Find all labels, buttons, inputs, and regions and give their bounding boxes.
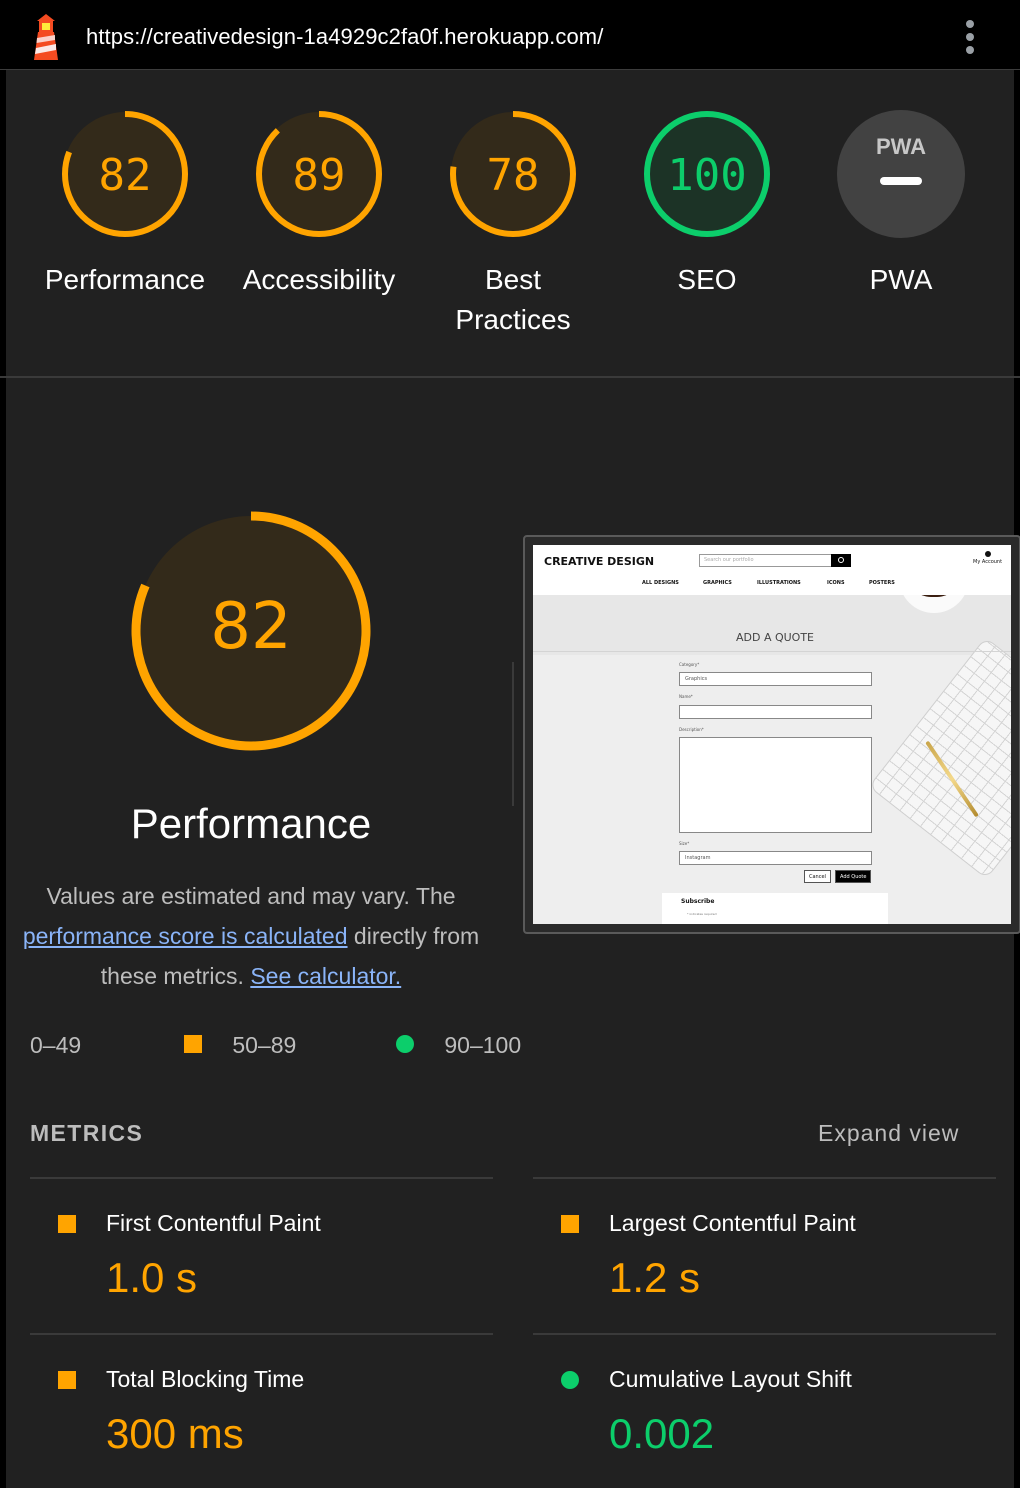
screenshot-search-icon [831,554,851,567]
best-practices-label-line1: Best [484,264,542,295]
screenshot-description-label: Description* [679,727,704,732]
top-bar: https://creativedesign-1a4929c2fa0f.hero… [0,0,1020,70]
screenshot-category-label: Category* [679,662,700,667]
metric-lcp-name: Largest Contentful Paint [609,1210,856,1236]
user-icon [984,551,991,557]
desc-text-2: directly from [353,923,480,949]
screenshot-category-field: Graphics [679,672,872,686]
legend-average: 50–89 [184,1032,296,1059]
final-screenshot[interactable]: CREATIVE DESIGN Search our portfolio My … [523,535,1020,934]
performance-score: 82 [99,150,152,201]
lighthouse-logo-icon [34,14,58,60]
gauge-seo[interactable]: 100 SEO [617,108,797,300]
metric-fcp-name: First Contentful Paint [106,1210,321,1236]
metric-divider [30,1177,493,1179]
section-divider [512,662,514,806]
best-practices-label: Best Practices [423,260,603,340]
expand-view-toggle[interactable]: Expand view [818,1120,959,1147]
seo-gauge-icon: 100 [644,111,770,237]
screenshot-heading: ADD A QUOTE [735,631,815,644]
screenshot-subscribe-note: * indicates required [687,912,717,916]
performance-big-score: 82 [210,590,291,664]
accessibility-label: Accessibility [242,264,396,295]
pwa-badge-icon: PWA [837,110,965,238]
screenshot-subscribe: Subscribe * indicates required [662,893,888,924]
screenshot-subscribe-title: Subscribe [681,898,715,905]
screenshot-page: CREATIVE DESIGN Search our portfolio My … [533,545,1011,924]
accessibility-score: 89 [293,150,346,201]
see-calculator-link[interactable]: See calculator. [250,963,401,989]
performance-label: Performance [44,264,206,295]
screenshot-nav-icons: ICONS [827,580,845,586]
screenshot-brand: CREATIVE DESIGN [544,555,655,568]
gauge-accessibility[interactable]: 89 Accessibility [229,108,409,300]
screenshot-name-field [679,705,872,719]
screenshot-account: My Account [973,551,1002,565]
performance-title: Performance [130,800,372,847]
screenshot-nav-all: ALL DESIGNS [642,580,679,586]
legend-fail: 0–49 [30,1032,81,1059]
more-options-icon[interactable] [962,20,978,54]
seo-label: SEO [677,264,737,295]
metric-cls-value: 0.002 [609,1410,715,1457]
best-practices-gauge-icon: 78 [450,111,576,237]
performance-gauge-icon: 82 [62,111,188,237]
score-calculated-link[interactable]: performance score is calculated [23,923,348,949]
screenshot-nav-posters: POSTERS [869,580,895,586]
desc-text-3: these metrics. [100,963,244,989]
metric-divider [533,1333,996,1335]
screenshot-account-label: My Account [973,559,1003,565]
performance-description: Values are estimated and may vary. The p… [0,876,502,996]
screenshot-size-label: Size* [679,841,690,846]
screenshot-search: Search our portfolio [699,554,832,567]
metric-divider [533,1177,996,1179]
accessibility-gauge-icon: 89 [256,111,382,237]
gauge-pwa[interactable]: PWA PWA [811,108,991,300]
performance-big-gauge: 82 [131,511,371,751]
best-practices-score: 78 [487,150,540,201]
metric-divider [30,1333,493,1335]
metric-fcp-value: 1.0 s [106,1254,198,1301]
screenshot-header: CREATIVE DESIGN Search our portfolio My … [533,545,1011,595]
metric-tbt-name: Total Blocking Time [106,1366,305,1392]
metric-tbt-value: 300 ms [106,1410,244,1457]
legend-pass-range: 90–100 [444,1032,522,1058]
average-square-icon [58,1371,76,1389]
metrics-heading: METRICS [30,1120,144,1146]
screenshot-size-field: Instagram [679,851,872,865]
screenshot-rule [533,651,1011,652]
pass-circle-icon [396,1035,414,1053]
page-url: https://creativedesign-1a4929c2fa0f.hero… [86,24,604,49]
pwa-label: PWA [869,264,933,295]
screenshot-nav-illustrations: ILLUSTRATIONS [757,580,801,586]
gauge-best-practices[interactable]: 78 Best Practices [423,108,603,340]
category-gauges: 82 Performance 89 Accessibility 78 Best … [0,70,1020,378]
screenshot-nav-graphics: GRAPHICS [703,580,732,586]
seo-score: 100 [667,150,746,201]
legend-pass: 90–100 [396,1032,521,1059]
metric-cls-name: Cumulative Layout Shift [609,1366,852,1392]
legend-average-range: 50–89 [232,1032,297,1058]
desc-text-1: Values are estimated and may vary. The [46,883,456,909]
average-square-icon [58,1215,76,1233]
average-square-icon [561,1215,579,1233]
metric-lcp-value: 1.2 s [609,1254,701,1301]
best-practices-label-line2: Practices [455,304,571,335]
screenshot-cancel-button: Cancel [804,870,831,883]
average-square-icon [184,1035,202,1053]
screenshot-add-quote-button: Add Quote [835,870,872,883]
screenshot-description-field [679,737,872,833]
pwa-badge-text: PWA [876,134,926,159]
screenshot-name-label: Name* [679,694,693,699]
legend-fail-range: 0–49 [30,1032,82,1058]
pass-circle-icon [561,1371,579,1389]
gauge-performance[interactable]: 82 Performance [35,108,215,300]
